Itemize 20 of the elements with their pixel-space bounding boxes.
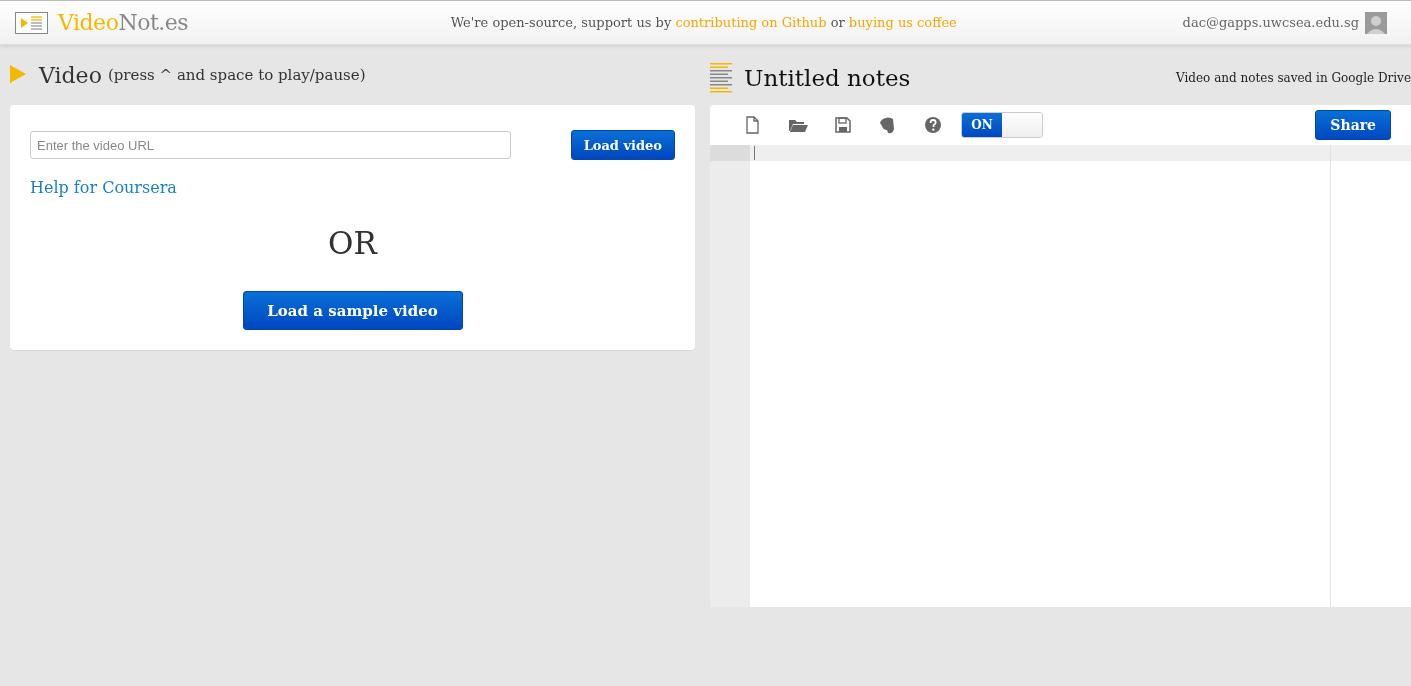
save-status: Video and notes saved in Google Drive: [1176, 71, 1411, 85]
sample-video-button[interactable]: Load a sample video: [242, 291, 463, 330]
toggle-switch[interactable]: ON: [961, 112, 1043, 138]
help-link[interactable]: Help for Coursera: [30, 178, 177, 197]
load-video-button[interactable]: Load video: [570, 130, 675, 160]
save-icon[interactable]: [833, 115, 853, 135]
logo-icon: [15, 11, 48, 34]
user-email[interactable]: dac@gapps.uwcsea.edu.sg: [1182, 15, 1359, 30]
notes-title[interactable]: Untitled notes: [744, 65, 911, 91]
brand-name[interactable]: VideoNot.es: [58, 10, 189, 35]
avatar-icon[interactable]: [1365, 11, 1387, 34]
play-icon: [10, 65, 26, 83]
panel-title: Video: [39, 62, 102, 88]
help-icon[interactable]: [923, 115, 943, 135]
or-separator: OR: [327, 225, 379, 261]
share-button[interactable]: Share: [1315, 110, 1391, 140]
video-url-field[interactable]: Enter the video URL: [30, 131, 511, 159]
shortcut-hint: (press ^ and space to play/pause): [107, 66, 366, 84]
notes-icon: [710, 62, 732, 94]
support-message: We're open-source, support us by contributing on Github or buying us coffee: [449, 15, 958, 30]
